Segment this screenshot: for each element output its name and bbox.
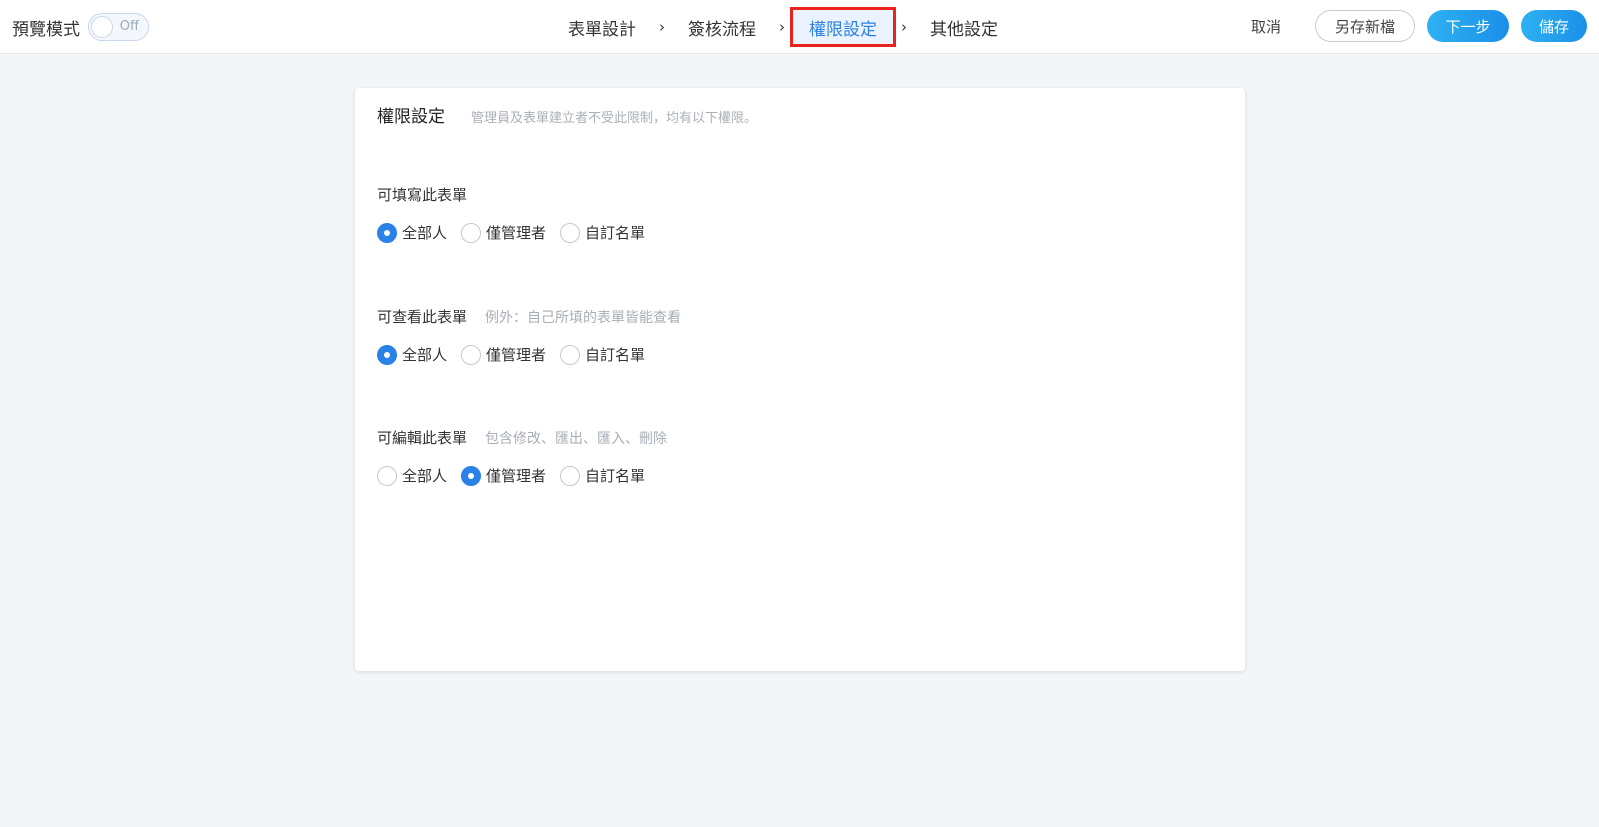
step-permission-settings[interactable]: 權限設定	[790, 7, 896, 47]
radio-option[interactable]: 自訂名單	[560, 465, 645, 486]
toggle-state-text: Off	[119, 19, 139, 34]
radio-label: 全部人	[402, 467, 448, 485]
card-title: 權限設定	[377, 107, 445, 127]
preview-mode: 預覽模式 Off	[12, 12, 149, 42]
chevron-right-icon: ›	[901, 18, 907, 36]
radio-option[interactable]: 僅管理者	[461, 222, 546, 243]
step-approval-flow[interactable]: 簽核流程	[670, 7, 774, 47]
radio-label: 僅管理者	[486, 467, 547, 485]
section-title: 可查看此表單	[377, 308, 468, 326]
cancel-button[interactable]: 取消	[1229, 16, 1303, 37]
radio-group: 全部人 僅管理者 自訂名單	[377, 222, 659, 243]
radio-group: 全部人 僅管理者 自訂名單	[377, 465, 667, 486]
section-edit-permission: 可編輯此表單 包含修改、匯出、匯入、刪除 全部人 僅管理者 自訂名單	[377, 427, 667, 486]
chevron-right-icon: ›	[659, 18, 665, 36]
radio-circle-icon[interactable]	[560, 222, 581, 243]
permission-settings-card: 權限設定 管理員及表單建立者不受此限制，均有以下權限。 可填寫此表單 全部人僅管…	[355, 88, 1245, 671]
radio-label: 全部人	[402, 224, 448, 242]
radio-circle-icon[interactable]	[377, 344, 397, 365]
preview-mode-toggle[interactable]: Off	[88, 13, 149, 41]
chevron-right-icon: ›	[779, 18, 785, 36]
top-bar: 預覽模式 Off 表單設計 › 簽核流程 › 權限設定 › 其他設定 取消 另存…	[0, 0, 1599, 54]
radio-label: 全部人	[402, 346, 448, 364]
radio-option[interactable]: 自訂名單	[560, 344, 645, 365]
section-title: 可填寫此表單	[377, 186, 468, 204]
section-view-permission: 可查看此表單 例外：自己所填的表單皆能查看 全部人 僅管理者 自訂名單	[377, 306, 681, 365]
radio-circle-icon[interactable]	[461, 222, 482, 243]
radio-label: 自訂名單	[585, 224, 646, 242]
step-form-design[interactable]: 表單設計	[550, 7, 654, 47]
radio-option[interactable]: 全部人	[377, 344, 447, 365]
radio-circle-icon[interactable]	[560, 465, 581, 486]
radio-option[interactable]: 僅管理者	[461, 465, 546, 486]
card-description: 管理員及表單建立者不受此限制，均有以下權限。	[471, 111, 758, 126]
radio-circle-icon[interactable]	[461, 344, 482, 365]
save-button[interactable]: 儲存	[1521, 10, 1587, 42]
section-title: 可編輯此表單	[377, 429, 468, 447]
toggle-knob	[91, 16, 113, 38]
radio-circle-icon[interactable]	[560, 344, 581, 365]
section-note: 例外：自己所填的表單皆能查看	[485, 310, 682, 326]
radio-circle-icon[interactable]	[377, 465, 397, 486]
action-buttons: 取消 另存新檔 下一步 儲存	[1229, 9, 1587, 43]
save-as-new-button[interactable]: 另存新檔	[1315, 10, 1415, 42]
radio-option[interactable]: 自訂名單	[560, 222, 645, 243]
radio-circle-icon[interactable]	[377, 222, 397, 243]
step-other-settings[interactable]: 其他設定	[912, 7, 1016, 47]
preview-mode-label: 預覽模式	[12, 19, 80, 40]
next-step-button[interactable]: 下一步	[1427, 10, 1509, 42]
radio-group: 全部人 僅管理者 自訂名單	[377, 344, 681, 365]
radio-option[interactable]: 全部人	[377, 465, 447, 486]
card-header: 權限設定 管理員及表單建立者不受此限制，均有以下權限。	[377, 102, 757, 127]
radio-option[interactable]: 全部人	[377, 222, 447, 243]
section-fill-permission: 可填寫此表單 全部人 僅管理者 自訂名單	[377, 184, 659, 243]
step-nav: 表單設計 › 簽核流程 › 權限設定 › 其他設定	[550, 0, 1016, 54]
radio-circle-icon[interactable]	[461, 465, 482, 486]
radio-label: 自訂名單	[585, 467, 646, 485]
section-note: 包含修改、匯出、匯入、刪除	[485, 431, 668, 447]
radio-option[interactable]: 僅管理者	[461, 344, 546, 365]
radio-label: 僅管理者	[486, 224, 547, 242]
radio-label: 僅管理者	[486, 346, 547, 364]
radio-label: 自訂名單	[585, 346, 646, 364]
